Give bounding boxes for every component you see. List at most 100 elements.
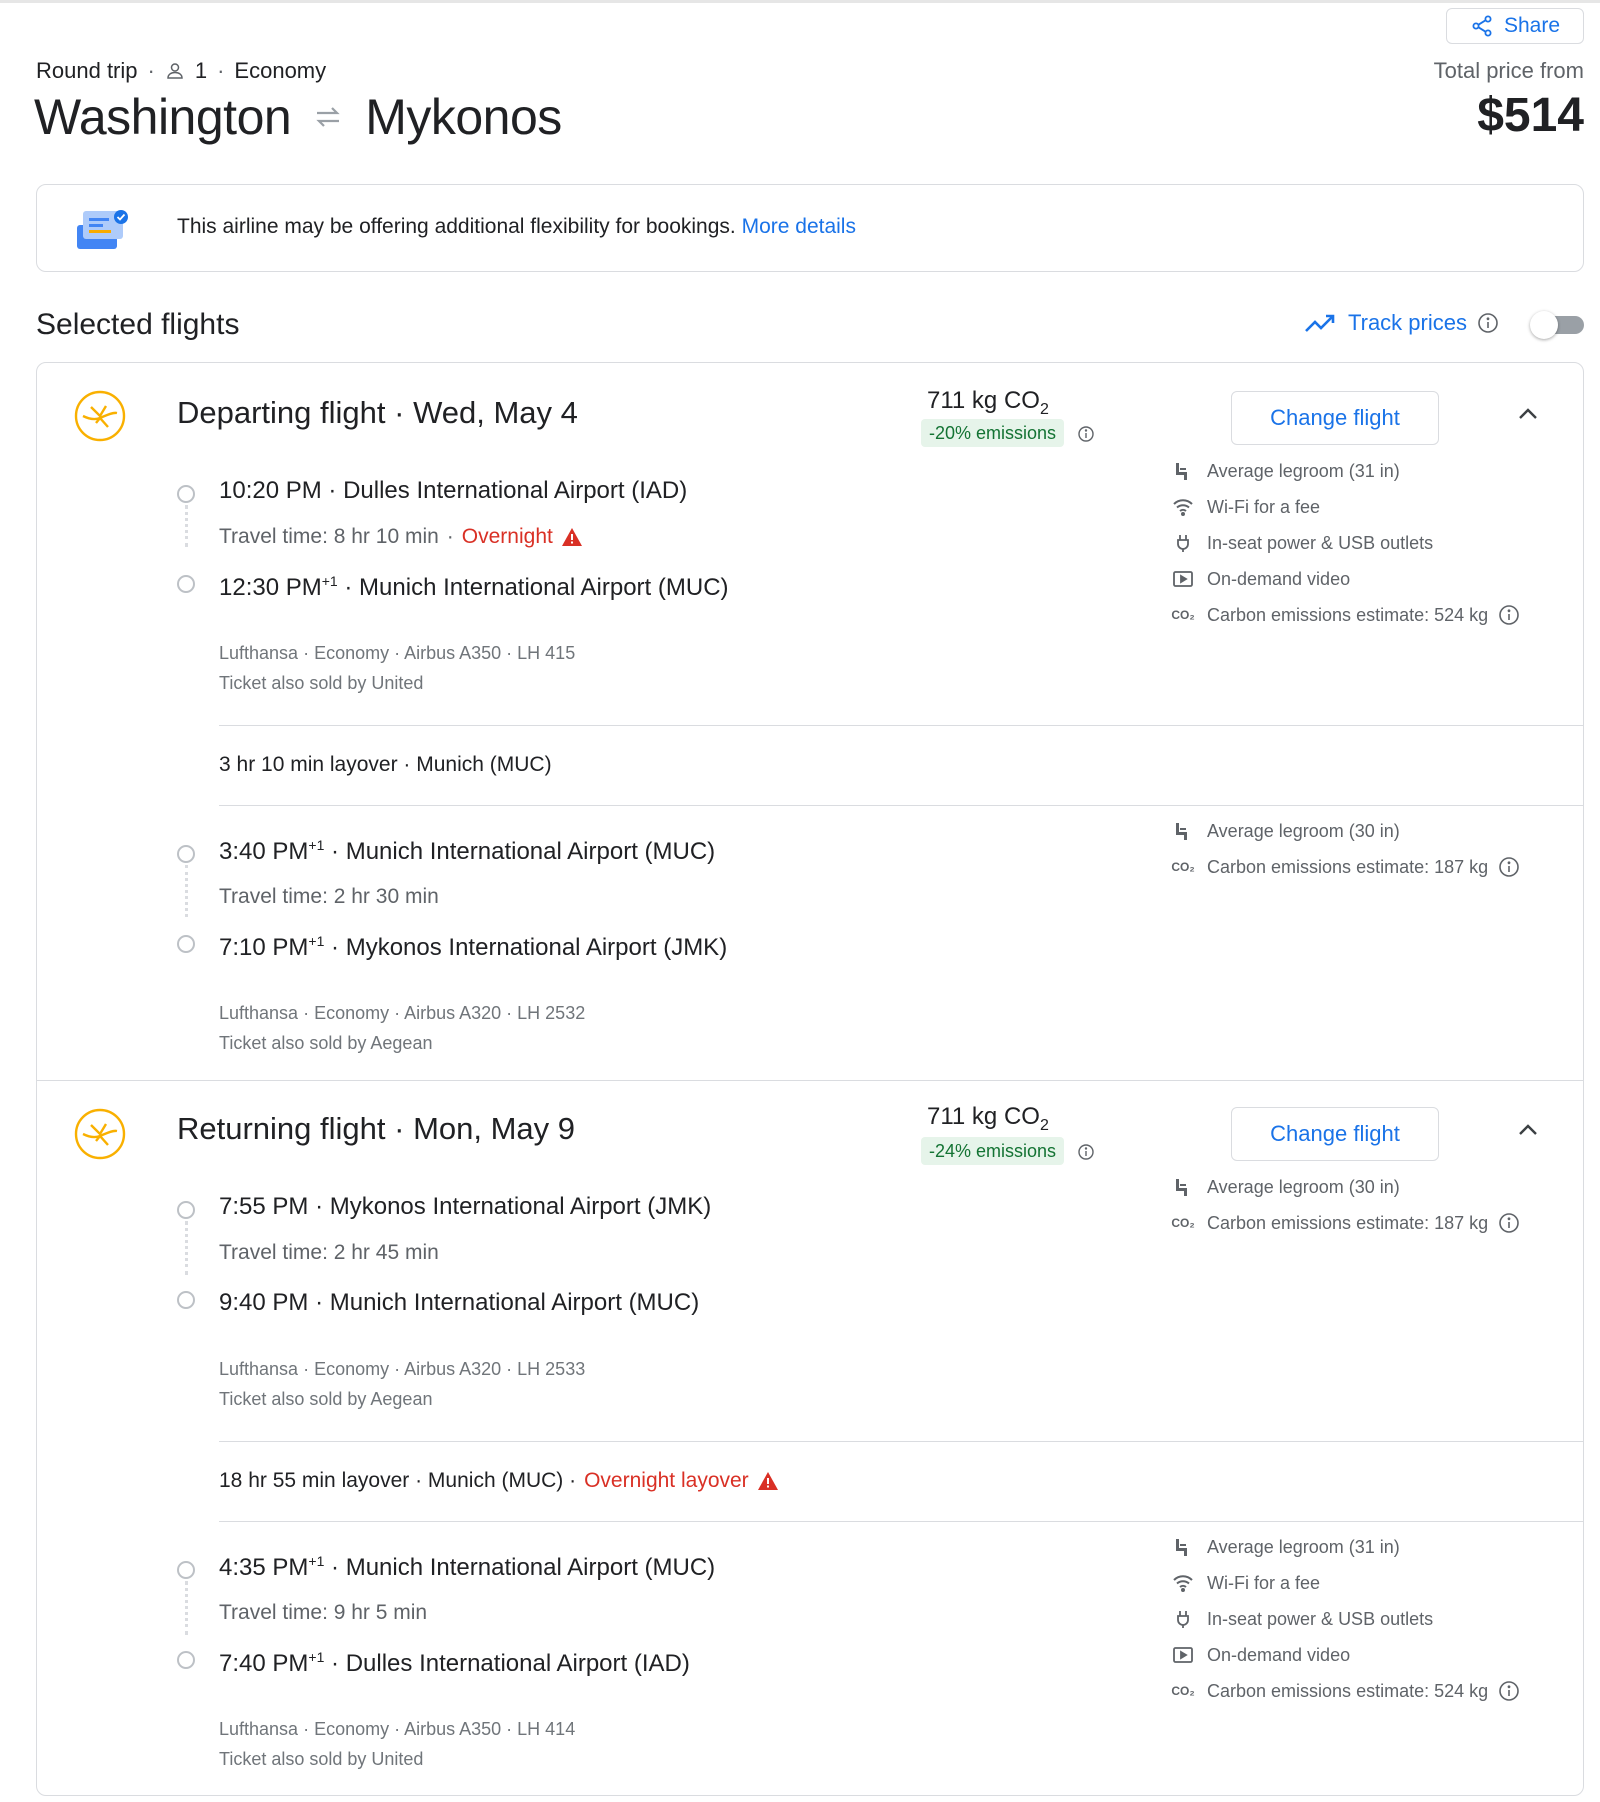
co2-icon: CO₂: [1171, 608, 1195, 622]
separator-dot: ·: [147, 58, 155, 83]
travel-time: Travel time: 9 hr 5 min: [219, 1601, 428, 1624]
info-icon[interactable]: [1498, 1680, 1520, 1702]
track-prices-toggle[interactable]: [1530, 310, 1586, 340]
arrival-dot: [177, 935, 195, 953]
trip-type: Round trip: [36, 58, 138, 83]
amenity-power: In-seat power & USB outlets: [1171, 525, 1571, 561]
co2-subscript: 2: [1039, 400, 1049, 418]
info-icon[interactable]: [1498, 604, 1520, 626]
arrival-row: 12:30 PM+1 · Munich International Airpor…: [219, 573, 729, 602]
change-departing-flight-button[interactable]: Change flight: [1231, 391, 1439, 445]
lufthansa-logo-icon: [74, 1108, 126, 1160]
arrival-airport: Munich International Airport (MUC): [359, 574, 729, 601]
next-day-marker: +1: [308, 933, 325, 949]
leg-date: Mon, May 9: [413, 1111, 576, 1146]
warning-icon: [561, 528, 582, 546]
track-prices[interactable]: Track prices: [1304, 310, 1499, 336]
leg-date: Wed, May 4: [413, 395, 578, 430]
returning-co2: 711 kg CO2: [927, 1103, 1049, 1135]
separator-dot: ·: [315, 1193, 330, 1220]
info-icon[interactable]: [1077, 425, 1095, 443]
departing-co2: 711 kg CO2: [927, 387, 1049, 419]
arrival-row: 9:40 PM · Munich International Airport (…: [219, 1289, 699, 1317]
info-icon[interactable]: [1077, 1143, 1095, 1161]
chevron-up-icon[interactable]: [1515, 1117, 1541, 1143]
amenity-video: On-demand video: [1171, 561, 1571, 597]
separator-dot: ·: [331, 1554, 346, 1581]
co2-icon: CO₂: [1171, 1216, 1195, 1230]
change-returning-flight-button[interactable]: Change flight: [1231, 1107, 1439, 1161]
travel-time: Travel time: 8 hr 10 min: [219, 525, 439, 548]
amenity-legroom: Average legroom (31 in): [1171, 453, 1571, 489]
emissions-badge: -20% emissions: [921, 419, 1065, 447]
top-divider: [0, 0, 1600, 3]
departure-row: 3:40 PM+1 · Munich International Airport…: [219, 837, 715, 866]
departure-dot: [177, 1201, 195, 1219]
share-button[interactable]: Share: [1446, 8, 1584, 44]
amenity-text: Wi-Fi for a fee: [1207, 1572, 1321, 1593]
departure-row: 4:35 PM+1 · Munich International Airport…: [219, 1553, 715, 1582]
amenity-text: On-demand video: [1207, 1644, 1351, 1665]
seat-icon: [1176, 1539, 1187, 1556]
departure-time: 4:35 PM: [219, 1554, 309, 1581]
departure-airport: Dulles International Airport (IAD): [343, 477, 688, 504]
selected-flights-card: Departing flight · Wed, May 4 711 kg CO2…: [36, 362, 1584, 1796]
co2-icon: CO₂: [1171, 1684, 1195, 1698]
trip-summary: Round trip · 1 · Economy: [36, 58, 326, 84]
travel-time: Travel time: 2 hr 45 min: [219, 1241, 439, 1264]
separator-dot: ·: [315, 1289, 330, 1316]
seat-icon: [1176, 823, 1187, 840]
share-icon: [1472, 15, 1492, 37]
emissions-badge: -24% emissions: [921, 1137, 1065, 1165]
amenity-text: Carbon emissions estimate: 524 kg: [1207, 604, 1489, 625]
departure-time: 7:55 PM: [219, 1193, 309, 1220]
more-details-link[interactable]: More details: [742, 215, 856, 238]
arrival-dot: [177, 1291, 195, 1309]
travel-time: Travel time: 2 hr 30 min: [219, 885, 439, 908]
amenities-list: Average legroom (31 in) Wi-Fi for a fee …: [1171, 453, 1571, 633]
banner-text: This airline may be offering additional …: [177, 215, 856, 239]
flexibility-banner: This airline may be offering additional …: [36, 184, 1584, 272]
amenity-text: Carbon emissions estimate: 524 kg: [1207, 1680, 1489, 1701]
next-day-marker: +1: [308, 837, 325, 853]
amenity-text: Average legroom (30 in): [1207, 1176, 1400, 1197]
warning-icon: [757, 1472, 778, 1490]
travel-time-row: Travel time: 9 hr 5 min: [219, 1601, 427, 1625]
info-icon[interactable]: [1477, 312, 1499, 334]
plug-icon: [1177, 535, 1189, 552]
seat-icon: [1176, 463, 1187, 480]
flight-details: Lufthansa · Economy · Airbus A350 · LH 4…: [219, 1719, 576, 1739]
departure-airport: Mykonos International Airport (JMK): [329, 1193, 712, 1220]
departure-row: 10:20 PM · Dulles International Airport …: [219, 477, 687, 505]
divider: [219, 1441, 1583, 1442]
chevron-up-icon[interactable]: [1515, 401, 1541, 427]
separator-dot: ·: [331, 1650, 346, 1677]
divider: [219, 1521, 1583, 1522]
toggle-knob: [1530, 311, 1558, 339]
wifi-icon: [1173, 499, 1193, 516]
amenity-legroom: Average legroom (31 in): [1171, 1529, 1571, 1565]
departure-dot: [177, 485, 195, 503]
ticket-sold-by: Ticket also sold by Aegean: [219, 1033, 433, 1053]
arrival-dot: [177, 575, 195, 593]
separator-dot: ·: [217, 58, 225, 83]
separator-dot: ·: [344, 574, 360, 601]
departure-time: 10:20 PM: [219, 477, 322, 504]
amenity-legroom: Average legroom (30 in): [1171, 1169, 1571, 1205]
amenity-carbon: CO₂ Carbon emissions estimate: 187 kg: [1171, 849, 1571, 885]
passenger-count: 1: [194, 58, 208, 83]
next-day-marker: +1: [308, 1649, 325, 1665]
overnight-warning: Overnight: [461, 525, 553, 548]
amenity-wifi: Wi-Fi for a fee: [1171, 1565, 1571, 1601]
segment-line: [185, 505, 188, 547]
departure-row: 7:55 PM · Mykonos International Airport …: [219, 1193, 711, 1221]
travel-time-row: Travel time: 8 hr 10 min · Overnight: [219, 525, 583, 549]
departure-dot: [177, 1561, 195, 1579]
info-icon[interactable]: [1498, 856, 1520, 878]
amenity-text: Average legroom (31 in): [1207, 1536, 1400, 1557]
amenity-video: On-demand video: [1171, 1637, 1571, 1673]
separator-dot: ·: [446, 525, 454, 548]
next-day-marker: +1: [308, 1553, 325, 1569]
info-icon[interactable]: [1498, 1212, 1520, 1234]
arrival-time: 7:10 PM: [219, 934, 309, 961]
